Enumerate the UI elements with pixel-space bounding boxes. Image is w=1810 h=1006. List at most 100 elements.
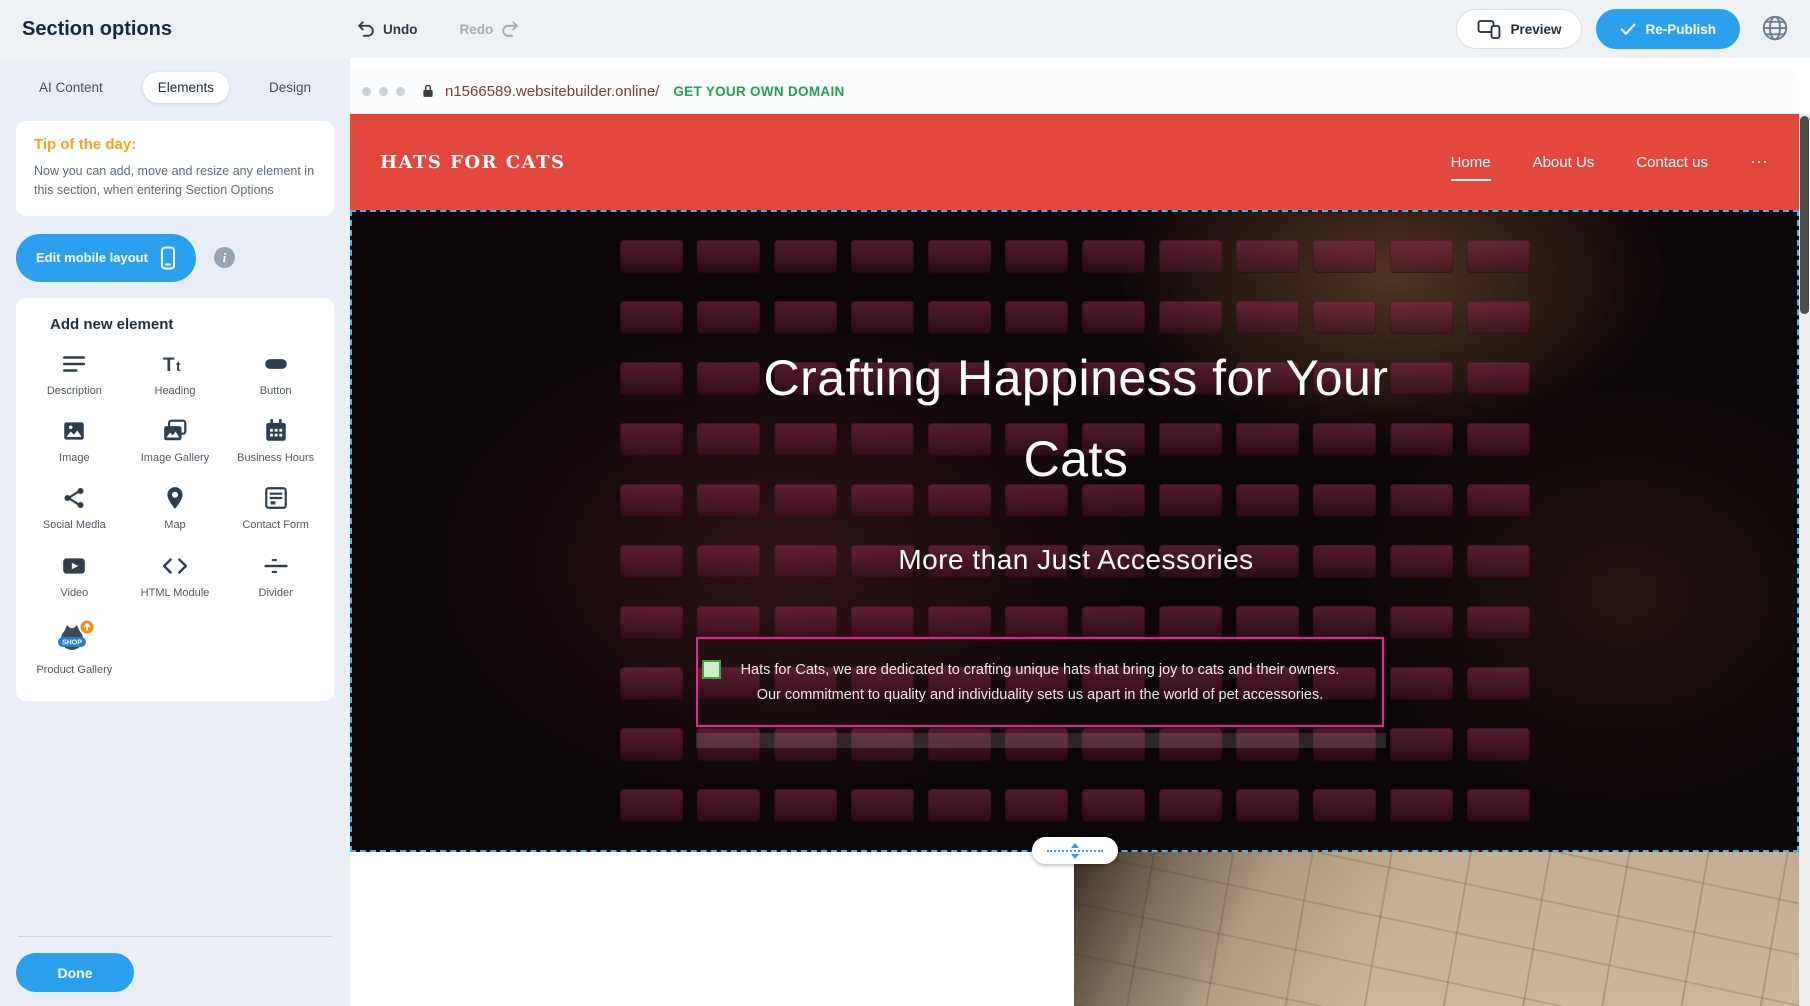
site-header: HATS FOR CATS Home About Us Contact us ⋯ [350, 114, 1799, 210]
tab-elements[interactable]: Elements [143, 72, 229, 103]
element-label: Image [59, 451, 90, 465]
hero-tile [928, 789, 991, 822]
hero-tile [774, 301, 837, 334]
paragraph-line: Our commitment to quality and individual… [698, 683, 1382, 708]
edit-mobile-layout-button[interactable]: Edit mobile layout [16, 234, 196, 282]
hero-tile [774, 606, 837, 639]
hero-tile [1236, 301, 1299, 334]
hero-section[interactable]: Crafting Happiness for Your Cats More th… [350, 210, 1799, 852]
element-item-contact-form[interactable]: Contact Form [225, 485, 326, 532]
section-resize-handle[interactable] [1032, 837, 1118, 864]
done-button[interactable]: Done [16, 953, 134, 992]
element-item-heading[interactable]: Tt Heading [125, 351, 226, 398]
sidebar-footer: Done [0, 936, 350, 1006]
resize-arrow-up-icon [1071, 843, 1079, 848]
element-label: Divider [259, 586, 293, 600]
paragraph-element[interactable]: Hats for Cats, we are dedicated to craft… [696, 637, 1384, 727]
window-dot [396, 87, 405, 96]
hero-tile [620, 301, 683, 334]
heading-icon: Tt [161, 351, 189, 377]
devices-icon [1477, 18, 1501, 40]
hero-tile [1467, 728, 1530, 761]
element-item-product-gallery[interactable]: SHOP Product Gallery [24, 620, 125, 677]
page-title: Section options [22, 18, 350, 41]
image-icon [61, 418, 87, 444]
element-item-button[interactable]: Button [225, 351, 326, 398]
element-item-image[interactable]: Image [24, 418, 125, 465]
nav-about-us[interactable]: About Us [1533, 154, 1595, 171]
element-label: Contact Form [242, 518, 309, 532]
hero-tile [1236, 240, 1299, 273]
hero-subheading[interactable]: More than Just Accessories [620, 544, 1532, 576]
window-dot [362, 87, 371, 96]
hero-tile [620, 728, 683, 761]
redo-button[interactable]: Redo [454, 18, 527, 40]
info-icon[interactable]: i [214, 247, 235, 268]
tab-design[interactable]: Design [254, 72, 326, 103]
check-icon [1620, 22, 1636, 36]
hero-tile [1390, 240, 1453, 273]
hero-tile [851, 240, 914, 273]
language-globe-button[interactable] [1758, 11, 1792, 48]
hero-tile [1467, 789, 1530, 822]
map-pin-icon [162, 485, 188, 511]
svg-text:SHOP: SHOP [62, 639, 82, 646]
hero-tile [1082, 301, 1145, 334]
element-label: Product Gallery [36, 663, 112, 677]
hero-tile [1005, 606, 1068, 639]
hero-tile [620, 667, 683, 700]
element-label: Social Media [43, 518, 106, 532]
element-item-video[interactable]: Video [24, 553, 125, 600]
globe-icon [1760, 13, 1790, 43]
hero-heading[interactable]: Crafting Happiness for Your Cats [620, 338, 1532, 500]
site-preview: HATS FOR CATS Home About Us Contact us ⋯… [350, 114, 1799, 1006]
editor-topbar: Section options Undo Redo Preview Re-Pub… [0, 0, 1810, 58]
hero-tile [1313, 789, 1376, 822]
section-options-sidebar: AI Content Elements Design Tip of the da… [0, 58, 350, 1006]
hero-tile [928, 240, 991, 273]
image-gallery-icon [162, 418, 188, 444]
hero-tile [1005, 240, 1068, 273]
hero-tile [1159, 240, 1222, 273]
preview-button[interactable]: Preview [1456, 9, 1582, 49]
site-nav: Home About Us Contact us ⋯ [1451, 152, 1769, 173]
site-logo[interactable]: HATS FOR CATS [380, 152, 566, 173]
resize-dotted-line [1047, 850, 1103, 852]
nav-more-button[interactable]: ⋯ [1750, 152, 1769, 173]
phone-icon [160, 246, 176, 270]
svg-text:T: T [163, 355, 175, 376]
nav-contact-us[interactable]: Contact us [1636, 154, 1708, 171]
element-label: Image Gallery [141, 451, 209, 465]
next-section [350, 852, 1799, 1006]
element-item-divider[interactable]: Divider [225, 553, 326, 600]
hero-tile [851, 606, 914, 639]
hero-tile [1390, 667, 1453, 700]
hero-tile [851, 301, 914, 334]
hero-tile [774, 789, 837, 822]
undo-label: Undo [383, 22, 418, 37]
element-item-description[interactable]: Description [24, 351, 125, 398]
element-grid: Description Tt Heading Button Image Imag… [24, 351, 326, 677]
element-drag-handle[interactable] [702, 660, 721, 679]
element-label: Map [164, 518, 185, 532]
element-item-social-media[interactable]: Social Media [24, 485, 125, 532]
republish-button[interactable]: Re-Publish [1596, 9, 1740, 49]
undo-button[interactable]: Undo [350, 18, 424, 40]
description-icon [61, 351, 87, 377]
video-icon [61, 553, 87, 579]
contact-form-icon [263, 485, 289, 511]
hero-tile [1467, 301, 1530, 334]
button-icon [263, 351, 289, 377]
scrollbar-thumb[interactable] [1800, 116, 1809, 314]
element-item-map[interactable]: Map [125, 485, 226, 532]
pavement-image [1074, 852, 1799, 1006]
element-item-business-hours[interactable]: Business Hours [225, 418, 326, 465]
browser-bar: n1566589.websitebuilder.online/ GET YOUR… [350, 69, 1799, 114]
get-domain-link[interactable]: GET YOUR OWN DOMAIN [673, 84, 844, 99]
element-item-image-gallery[interactable]: Image Gallery [125, 418, 226, 465]
element-item-html-module[interactable]: HTML Module [125, 553, 226, 600]
hero-tile [928, 301, 991, 334]
tab-ai-content[interactable]: AI Content [24, 72, 118, 103]
nav-home[interactable]: Home [1451, 154, 1491, 171]
element-label: Business Hours [237, 451, 314, 465]
